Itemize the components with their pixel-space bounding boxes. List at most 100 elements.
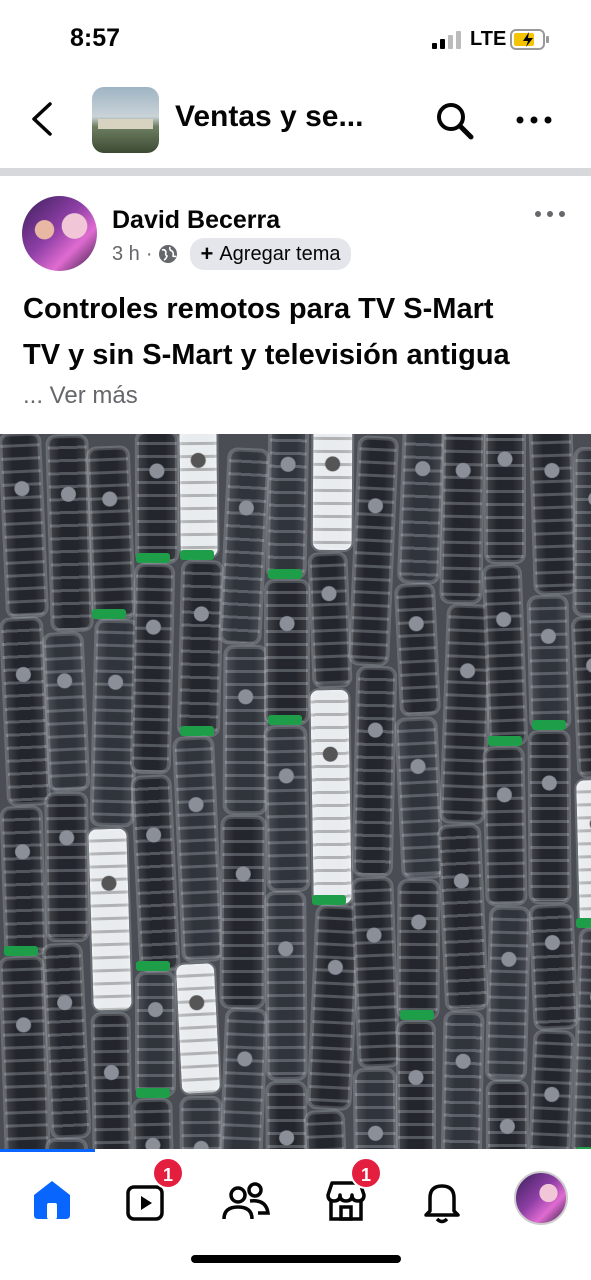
- photo-remote: [441, 434, 484, 603]
- photo-remote: [265, 726, 310, 890]
- photo-remote: [484, 747, 527, 905]
- signal-icon: [432, 31, 462, 49]
- photo-remote: [137, 973, 175, 1096]
- photo-green-tag: [312, 895, 346, 906]
- photo-green-tag: [92, 609, 126, 620]
- photo-remote: [175, 963, 220, 1095]
- nav-notifications[interactable]: [418, 1169, 478, 1229]
- photo-remote: [0, 434, 47, 617]
- status-bar: 8:57 LTE: [0, 0, 591, 78]
- more-options-icon[interactable]: [510, 100, 558, 140]
- back-chevron-icon[interactable]: [22, 98, 64, 140]
- see-more-link[interactable]: ... Ver más: [23, 382, 138, 410]
- nav-friends[interactable]: [220, 1169, 280, 1229]
- meta-separator: ·: [145, 242, 153, 265]
- photo-remote: [572, 617, 591, 777]
- active-tab-indicator: [0, 1149, 95, 1152]
- photo-remote: [398, 1022, 435, 1149]
- photo-green-tag: [180, 549, 214, 560]
- group-thumbnail-sign: [98, 119, 153, 129]
- photo-remote: [529, 732, 570, 902]
- photo-remote: [131, 565, 174, 774]
- friends-icon: [222, 1182, 271, 1220]
- photo-remote: [47, 1140, 86, 1149]
- nav-home[interactable]: [26, 1169, 86, 1229]
- photo-remote: [398, 880, 439, 1019]
- post-text-line-2: TV y sin S-Mart y televisión antigua: [23, 339, 510, 371]
- photo-remote: [46, 794, 88, 941]
- photo-remote: [265, 580, 308, 723]
- bottom-navigation: 1 1: [0, 1149, 591, 1280]
- status-time: 8:57: [70, 24, 121, 52]
- post-more-options-icon[interactable]: [530, 204, 570, 224]
- photo-remote: [528, 596, 571, 729]
- network-label: LTE: [470, 28, 507, 50]
- globe-icon: [159, 245, 178, 263]
- post-text: Controles remotos para TV S-Mart TV y si…: [23, 286, 583, 378]
- photo-remote: [530, 904, 577, 1029]
- battery-charging-icon: [510, 29, 549, 50]
- marketplace-badge: 1: [350, 1157, 382, 1189]
- photo-green-tag: [268, 714, 302, 725]
- photo-remote: [398, 434, 444, 582]
- photo-remote: [220, 449, 269, 644]
- photo-remote: [224, 646, 268, 813]
- plus-icon: +: [200, 241, 214, 266]
- photo-remote: [133, 1099, 175, 1149]
- nav-video[interactable]: 1: [122, 1157, 184, 1229]
- photo-remote: [530, 434, 576, 594]
- photo-remote: [307, 906, 359, 1109]
- group-thumbnail[interactable]: [92, 87, 159, 153]
- photo-remote: [92, 1014, 132, 1149]
- photo-remote: [221, 816, 265, 1007]
- post-text-line-1: Controles remotos para TV S-Mart: [23, 293, 494, 325]
- photo-remote: [354, 667, 396, 875]
- post-photo[interactable]: [0, 434, 591, 1149]
- photo-remote: [306, 1111, 352, 1149]
- photo-remote: [137, 434, 178, 562]
- photo-remote: [91, 620, 138, 826]
- photo-green-tag: [136, 1087, 170, 1098]
- photo-remote: [174, 737, 223, 962]
- photo-green-tag: [268, 568, 302, 579]
- photo-remote: [43, 943, 89, 1138]
- photo-remote: [47, 435, 92, 631]
- post-header: David Becerra 3 h · + Agregar tema: [0, 176, 591, 286]
- profile-avatar: [514, 1171, 568, 1225]
- photo-remote: [486, 434, 524, 562]
- home-indicator: [191, 1255, 401, 1263]
- photo-remote: [88, 828, 133, 1011]
- author-name[interactable]: David Becerra: [112, 206, 280, 235]
- photo-remote: [488, 1082, 528, 1149]
- photo-remote: [180, 1097, 222, 1149]
- author-avatar[interactable]: [22, 196, 97, 271]
- photo-green-tag: [400, 1010, 434, 1021]
- video-badge: 1: [152, 1157, 184, 1189]
- add-topic-button[interactable]: + Agregar tema: [190, 238, 351, 270]
- photo-green-tag: [488, 735, 522, 746]
- post-time[interactable]: 3 h: [112, 243, 140, 266]
- photo-remote: [0, 957, 50, 1149]
- add-topic-label: Agregar tema: [219, 242, 341, 265]
- photo-remote: [220, 1009, 266, 1149]
- nav-marketplace[interactable]: 1: [320, 1157, 382, 1229]
- section-divider: [0, 168, 591, 176]
- photo-green-tag: [136, 553, 170, 564]
- photo-remote: [179, 434, 218, 558]
- photo-remote: [132, 775, 179, 971]
- photo-remote: [575, 779, 591, 927]
- photo-remote: [350, 436, 398, 665]
- photo-green-tag: [4, 945, 38, 956]
- group-header: Ventas y se...: [0, 78, 591, 168]
- photo-remote: [486, 907, 529, 1079]
- photo-remote: [265, 893, 306, 1080]
- post-meta: 3 h · + Agregar tema: [112, 238, 351, 270]
- bell-icon: [424, 1184, 460, 1224]
- photo-green-tag: [576, 918, 591, 929]
- photo-remote: [352, 877, 400, 1067]
- photo-remote: [43, 633, 89, 791]
- group-title[interactable]: Ventas y se...: [175, 100, 363, 134]
- photo-remote: [441, 605, 492, 824]
- nav-profile[interactable]: [514, 1169, 574, 1229]
- search-icon[interactable]: [432, 98, 476, 142]
